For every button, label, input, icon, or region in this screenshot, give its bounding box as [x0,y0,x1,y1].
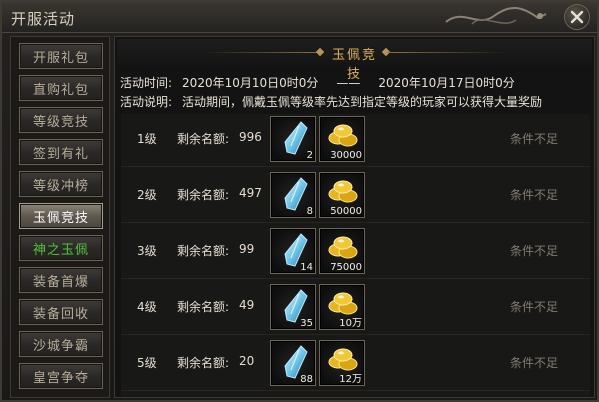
banner-divider-right [387,52,507,53]
gold-quantity: 30000 [330,150,362,161]
quota-value: 996 [239,130,262,144]
jade-quantity: 2 [306,150,313,161]
sidebar-item-2[interactable]: 等级竞技 [19,107,103,133]
quota-label: 剩余名额: [177,356,230,370]
gold-reward-slot[interactable]: 50000 [319,172,365,218]
sidebar-item-5[interactable]: 玉佩竞技 [19,203,103,229]
activity-window: 开服活动 开服礼包 直购礼包 等级竞技 签到有礼 等级冲榜 玉佩竞技 神之玉佩 装备首爆 装备回… [0,0,599,402]
reward-status: 条件不足 [510,244,559,258]
time-separator: —— [336,76,361,90]
sidebar-item-7[interactable]: 装备首爆 [19,267,103,293]
sidebar-item-4[interactable]: 等级冲榜 [19,171,103,197]
desc-label: 活动说明: [120,95,173,109]
gold-reward-slot[interactable]: 30000 [319,116,365,162]
reward-level: 1级 [137,132,157,146]
sidebar-item-9[interactable]: 沙城争霸 [19,331,103,357]
sidebar-item-1[interactable]: 直购礼包 [19,75,103,101]
activity-description: 活动说明: 活动期间，佩戴玉佩等级率先达到指定等级的玩家可以获得大量奖励 [120,93,542,110]
jade-reward-slot[interactable]: 8 [270,172,316,218]
sidebar-item-3[interactable]: 签到有礼 [19,139,103,165]
reward-level: 5级 [137,356,157,370]
jade-quantity: 8 [306,206,313,217]
jade-quantity: 35 [300,318,313,329]
gold-reward-slot[interactable]: 10万 [319,284,365,330]
close-icon [570,10,584,24]
jade-reward-slot[interactable]: 35 [270,284,316,330]
reward-status: 条件不足 [510,356,559,370]
reward-list[interactable]: 1级 剩余名额: 996 2 30000 条件不足 2级 剩余名额: 497 8 50000 条件不足… [121,114,590,397]
quota-value: 49 [239,298,255,312]
reward-row: 3级 剩余名额: 99 14 75000 条件不足 [121,226,590,279]
gold-ingot-icon [328,236,358,259]
quota-label: 剩余名额: [177,188,230,202]
sidebar-item-0[interactable]: 开服礼包 [19,43,103,69]
reward-status: 条件不足 [510,300,559,314]
reward-status: 条件不足 [510,188,559,202]
reward-row: 4级 剩余名额: 49 35 10万 条件不足 [121,282,590,335]
quota-label: 剩余名额: [177,244,230,258]
sidebar-item-8[interactable]: 装备回收 [19,299,103,325]
gold-ingot-icon [328,180,358,203]
reward-level: 2级 [137,188,157,202]
title-bar: 开服活动 [2,2,597,33]
reward-row: 1级 剩余名额: 996 2 30000 条件不足 [121,114,590,167]
jade-reward-slot[interactable]: 2 [270,116,316,162]
reward-level: 4级 [137,300,157,314]
gold-reward-slot[interactable]: 75000 [319,228,365,274]
activity-time: 活动时间: 2020年10月10日0时0分 —— 2020年10月17日0时0分 [120,74,515,91]
sidebar-item-6[interactable]: 神之玉佩 [19,235,103,261]
activity-panel: 玉佩竞技 活动时间: 2020年10月10日0时0分 —— 2020年10月17日0时… [114,36,595,398]
banner-divider-left [202,52,322,53]
gold-reward-slot[interactable]: 12万 [319,340,365,386]
quota-label: 剩余名额: [177,300,230,314]
banner-diamond-left [315,47,325,57]
jade-reward-slot[interactable]: 88 [270,340,316,386]
time-end: 2020年10月17日0时0分 [378,76,515,90]
quota-label: 剩余名额: [177,132,230,146]
reward-row: 2级 剩余名额: 497 8 50000 条件不足 [121,170,590,223]
gold-quantity: 50000 [330,206,362,217]
reward-row: 5级 剩余名额: 20 88 12万 条件不足 [121,338,590,391]
jade-reward-slot[interactable]: 14 [270,228,316,274]
desc-text: 活动期间，佩戴玉佩等级率先达到指定等级的玩家可以获得大量奖励 [182,95,543,109]
quota-value: 99 [239,242,255,256]
activity-sidebar: 开服礼包直购礼包等级竞技签到有礼等级冲榜玉佩竞技神之玉佩装备首爆装备回收沙城争霸… [10,36,110,398]
time-start: 2020年10月10日0时0分 [182,76,319,90]
reward-level: 3级 [137,244,157,258]
close-button[interactable] [564,4,590,30]
gold-quantity: 10万 [339,318,362,329]
window-title: 开服活动 [11,10,76,28]
sidebar-item-10[interactable]: 皇宫争夺 [19,363,103,389]
jade-quantity: 14 [300,262,313,273]
gold-quantity: 75000 [330,262,362,273]
gold-quantity: 12万 [339,374,362,385]
quota-value: 20 [239,354,255,368]
dragon-ornament-icon [445,7,547,25]
quota-value: 497 [239,186,262,200]
gold-ingot-icon [328,124,358,147]
jade-quantity: 88 [300,374,313,385]
time-label: 活动时间: [120,76,173,90]
panel-banner: 玉佩竞技 [117,39,592,82]
reward-status: 条件不足 [510,132,559,146]
